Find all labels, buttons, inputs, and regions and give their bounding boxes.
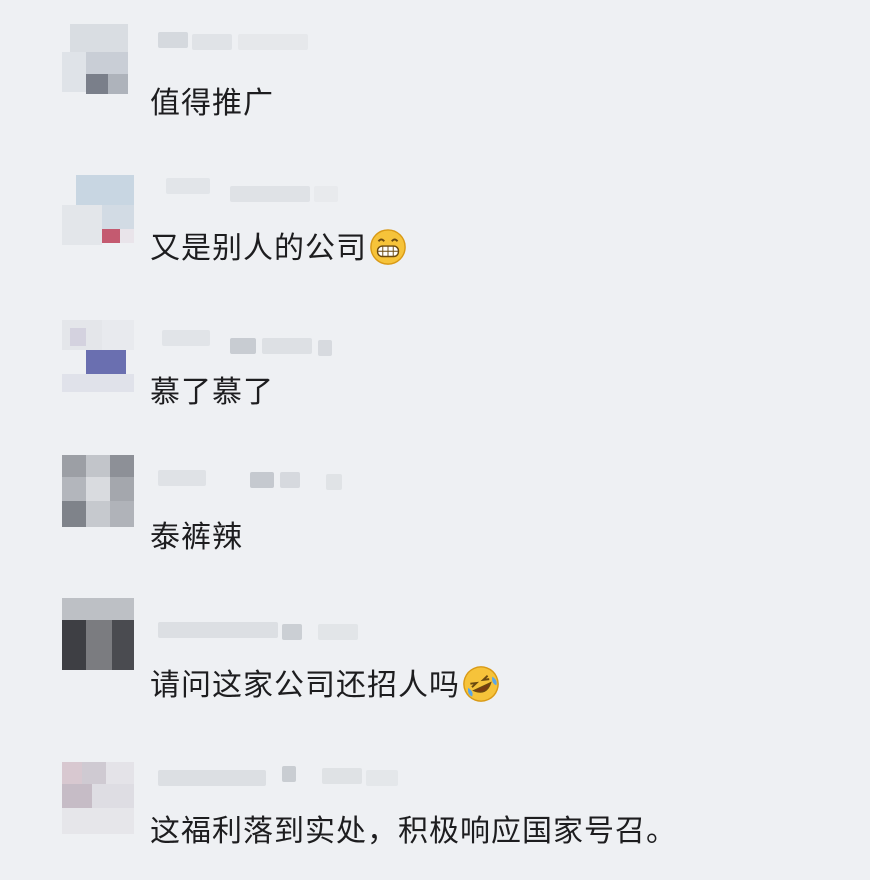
comment-text: 慕了慕了 <box>150 367 274 411</box>
comment-text-content: 这福利落到实处，积极响应国家号召。 <box>150 814 677 849</box>
avatar[interactable] <box>62 175 134 247</box>
avatar[interactable] <box>62 598 134 670</box>
comment-text-content: 请问这家公司还招人吗 <box>150 668 460 703</box>
comment-text: 又是别人的公司 <box>150 223 407 267</box>
comment-text-content: 又是别人的公司 <box>150 231 367 266</box>
comment-text: 这福利落到实处，积极响应国家号召。 <box>150 806 677 850</box>
comment-text: 值得推广 <box>150 78 274 122</box>
avatar[interactable] <box>62 320 134 392</box>
comment-text-content: 值得推广 <box>150 86 274 121</box>
avatar[interactable] <box>62 455 134 527</box>
grinning-face-icon <box>370 229 406 265</box>
comment-text-content: 慕了慕了 <box>150 375 274 410</box>
comment-text-content: 泰裤辣 <box>150 520 243 555</box>
laughing-tears-face-icon <box>463 666 499 702</box>
avatar[interactable] <box>62 762 134 834</box>
comment-text: 请问这家公司还招人吗 <box>150 660 500 704</box>
avatar[interactable] <box>62 24 134 96</box>
comment-text: 泰裤辣 <box>150 512 243 556</box>
